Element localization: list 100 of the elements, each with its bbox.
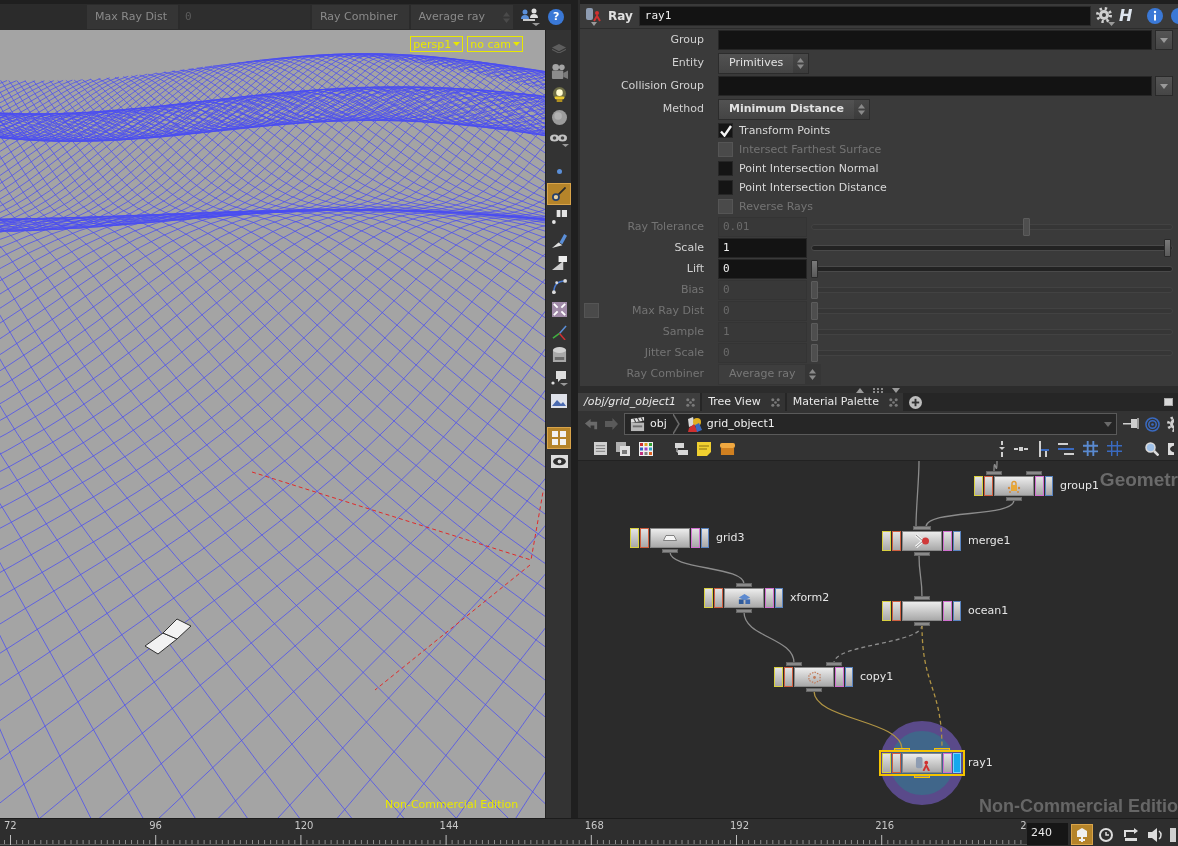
path-button[interactable]: grid_object1 [685,416,775,432]
output-connector[interactable] [914,622,930,626]
maximize-icon[interactable] [1164,398,1173,406]
bypass-flag[interactable] [882,531,891,551]
text-field[interactable] [718,76,1152,96]
input-connector[interactable] [1026,471,1042,475]
caret-icon[interactable] [1104,421,1112,427]
sticky-note-icon[interactable] [697,441,711,456]
network-node[interactable] [882,601,962,621]
display-flag[interactable] [1045,476,1053,496]
dropdown-button[interactable] [1155,76,1173,96]
slider-thumb[interactable] [811,259,818,278]
grid-lines-icon[interactable] [1107,441,1122,456]
cylinder-figure-icon[interactable] [585,6,603,26]
layout-icon[interactable] [674,442,688,455]
search-icon[interactable] [1145,441,1159,456]
info-icon[interactable] [1147,8,1163,24]
pin-icon[interactable] [1123,418,1139,430]
menu-button[interactable]: Minimum Distance [718,98,870,120]
number-field[interactable]: 0 [718,258,807,279]
help-button[interactable]: ? [548,9,565,25]
bypass-flag[interactable] [774,667,783,687]
lock-flag[interactable] [984,476,993,496]
template-flag[interactable] [943,531,952,551]
output-connector[interactable] [662,549,678,553]
pin-tool-button[interactable] [547,183,571,205]
target-icon[interactable] [1145,416,1160,432]
input-connector[interactable] [826,662,842,666]
slider-track[interactable] [811,321,1173,342]
slider-track[interactable] [811,258,1173,279]
template-flag[interactable] [943,753,952,773]
slider-track[interactable] [811,300,1173,321]
input-connector[interactable] [986,471,1002,475]
align-lines-icon[interactable] [1058,442,1074,455]
pane-tab[interactable]: Material Palette [786,393,903,411]
branch-icon[interactable] [1037,440,1049,457]
output-connector[interactable] [1006,497,1022,501]
checkbox[interactable] [718,123,733,138]
help-icon[interactable] [1171,8,1178,24]
bypass-flag[interactable] [882,601,891,621]
distribute-icon[interactable] [999,440,1005,457]
lock-flag[interactable] [784,667,793,687]
lock-flag[interactable] [892,601,901,621]
network-node[interactable] [704,588,784,608]
box-icon[interactable] [720,442,735,455]
back-arrow-icon[interactable] [584,416,599,432]
pane-tab[interactable]: Tree View [702,393,785,411]
bypass-flag[interactable] [704,588,713,608]
network-node[interactable] [882,531,962,551]
display-flag[interactable] [953,531,961,551]
pane-tab[interactable]: /obj/grid_object1 [578,393,701,411]
settings-icon[interactable] [1166,415,1174,433]
node-name-field[interactable]: ray1 [638,6,1091,26]
display-flag[interactable] [845,667,853,687]
path-button[interactable]: obj [630,416,667,432]
menu-button[interactable]: Primitives [718,52,810,74]
template-flag[interactable] [943,601,952,621]
add-tab-icon[interactable] [908,395,922,409]
display-flag[interactable] [953,753,961,773]
timeline-ticks-drawing[interactable] [0,833,1027,845]
bypass-flag[interactable] [882,753,891,773]
display-flag[interactable] [701,528,709,548]
output-connector[interactable] [914,552,930,556]
lock-flag[interactable] [714,588,723,608]
bypass-flag[interactable] [974,476,983,496]
dropdown-button[interactable] [1155,30,1173,50]
slider-track[interactable] [811,342,1173,363]
bypass-flag[interactable] [630,528,639,548]
template-flag[interactable] [1035,476,1044,496]
slider-track[interactable] [811,279,1173,300]
forward-arrow-icon[interactable] [605,418,618,430]
eye-icon[interactable] [1168,442,1174,455]
network-node[interactable] [882,753,962,773]
input-connector[interactable] [786,662,802,666]
lock-flag[interactable] [892,531,901,551]
lock-flag[interactable] [640,528,649,548]
people-icon[interactable] [520,8,541,26]
splitter-grip-icon[interactable] [856,386,900,393]
template-flag[interactable] [765,588,774,608]
network-node[interactable] [630,528,710,548]
input-connector[interactable] [913,526,931,530]
number-field[interactable]: 1 [718,237,807,258]
close-icon[interactable] [888,397,898,407]
template-flag[interactable] [691,528,700,548]
path-field[interactable]: obj grid_object1 [624,413,1117,435]
end-frame-field[interactable]: 240 [1027,823,1069,845]
input-connector[interactable] [914,596,930,600]
output-connector[interactable] [736,609,752,613]
checkbox[interactable] [718,161,733,176]
lock-flag[interactable] [892,753,901,773]
dash-icon[interactable] [1014,446,1028,451]
network-node[interactable] [974,476,1054,496]
display-flag[interactable] [775,588,783,608]
tile-view-icon[interactable] [616,441,630,456]
list-icon[interactable] [594,442,607,455]
text-field[interactable] [718,30,1152,50]
network-node[interactable] [774,667,854,687]
close-icon[interactable] [770,397,780,407]
input-connector[interactable] [736,583,752,587]
help-menu-button[interactable]: H [1119,7,1139,25]
